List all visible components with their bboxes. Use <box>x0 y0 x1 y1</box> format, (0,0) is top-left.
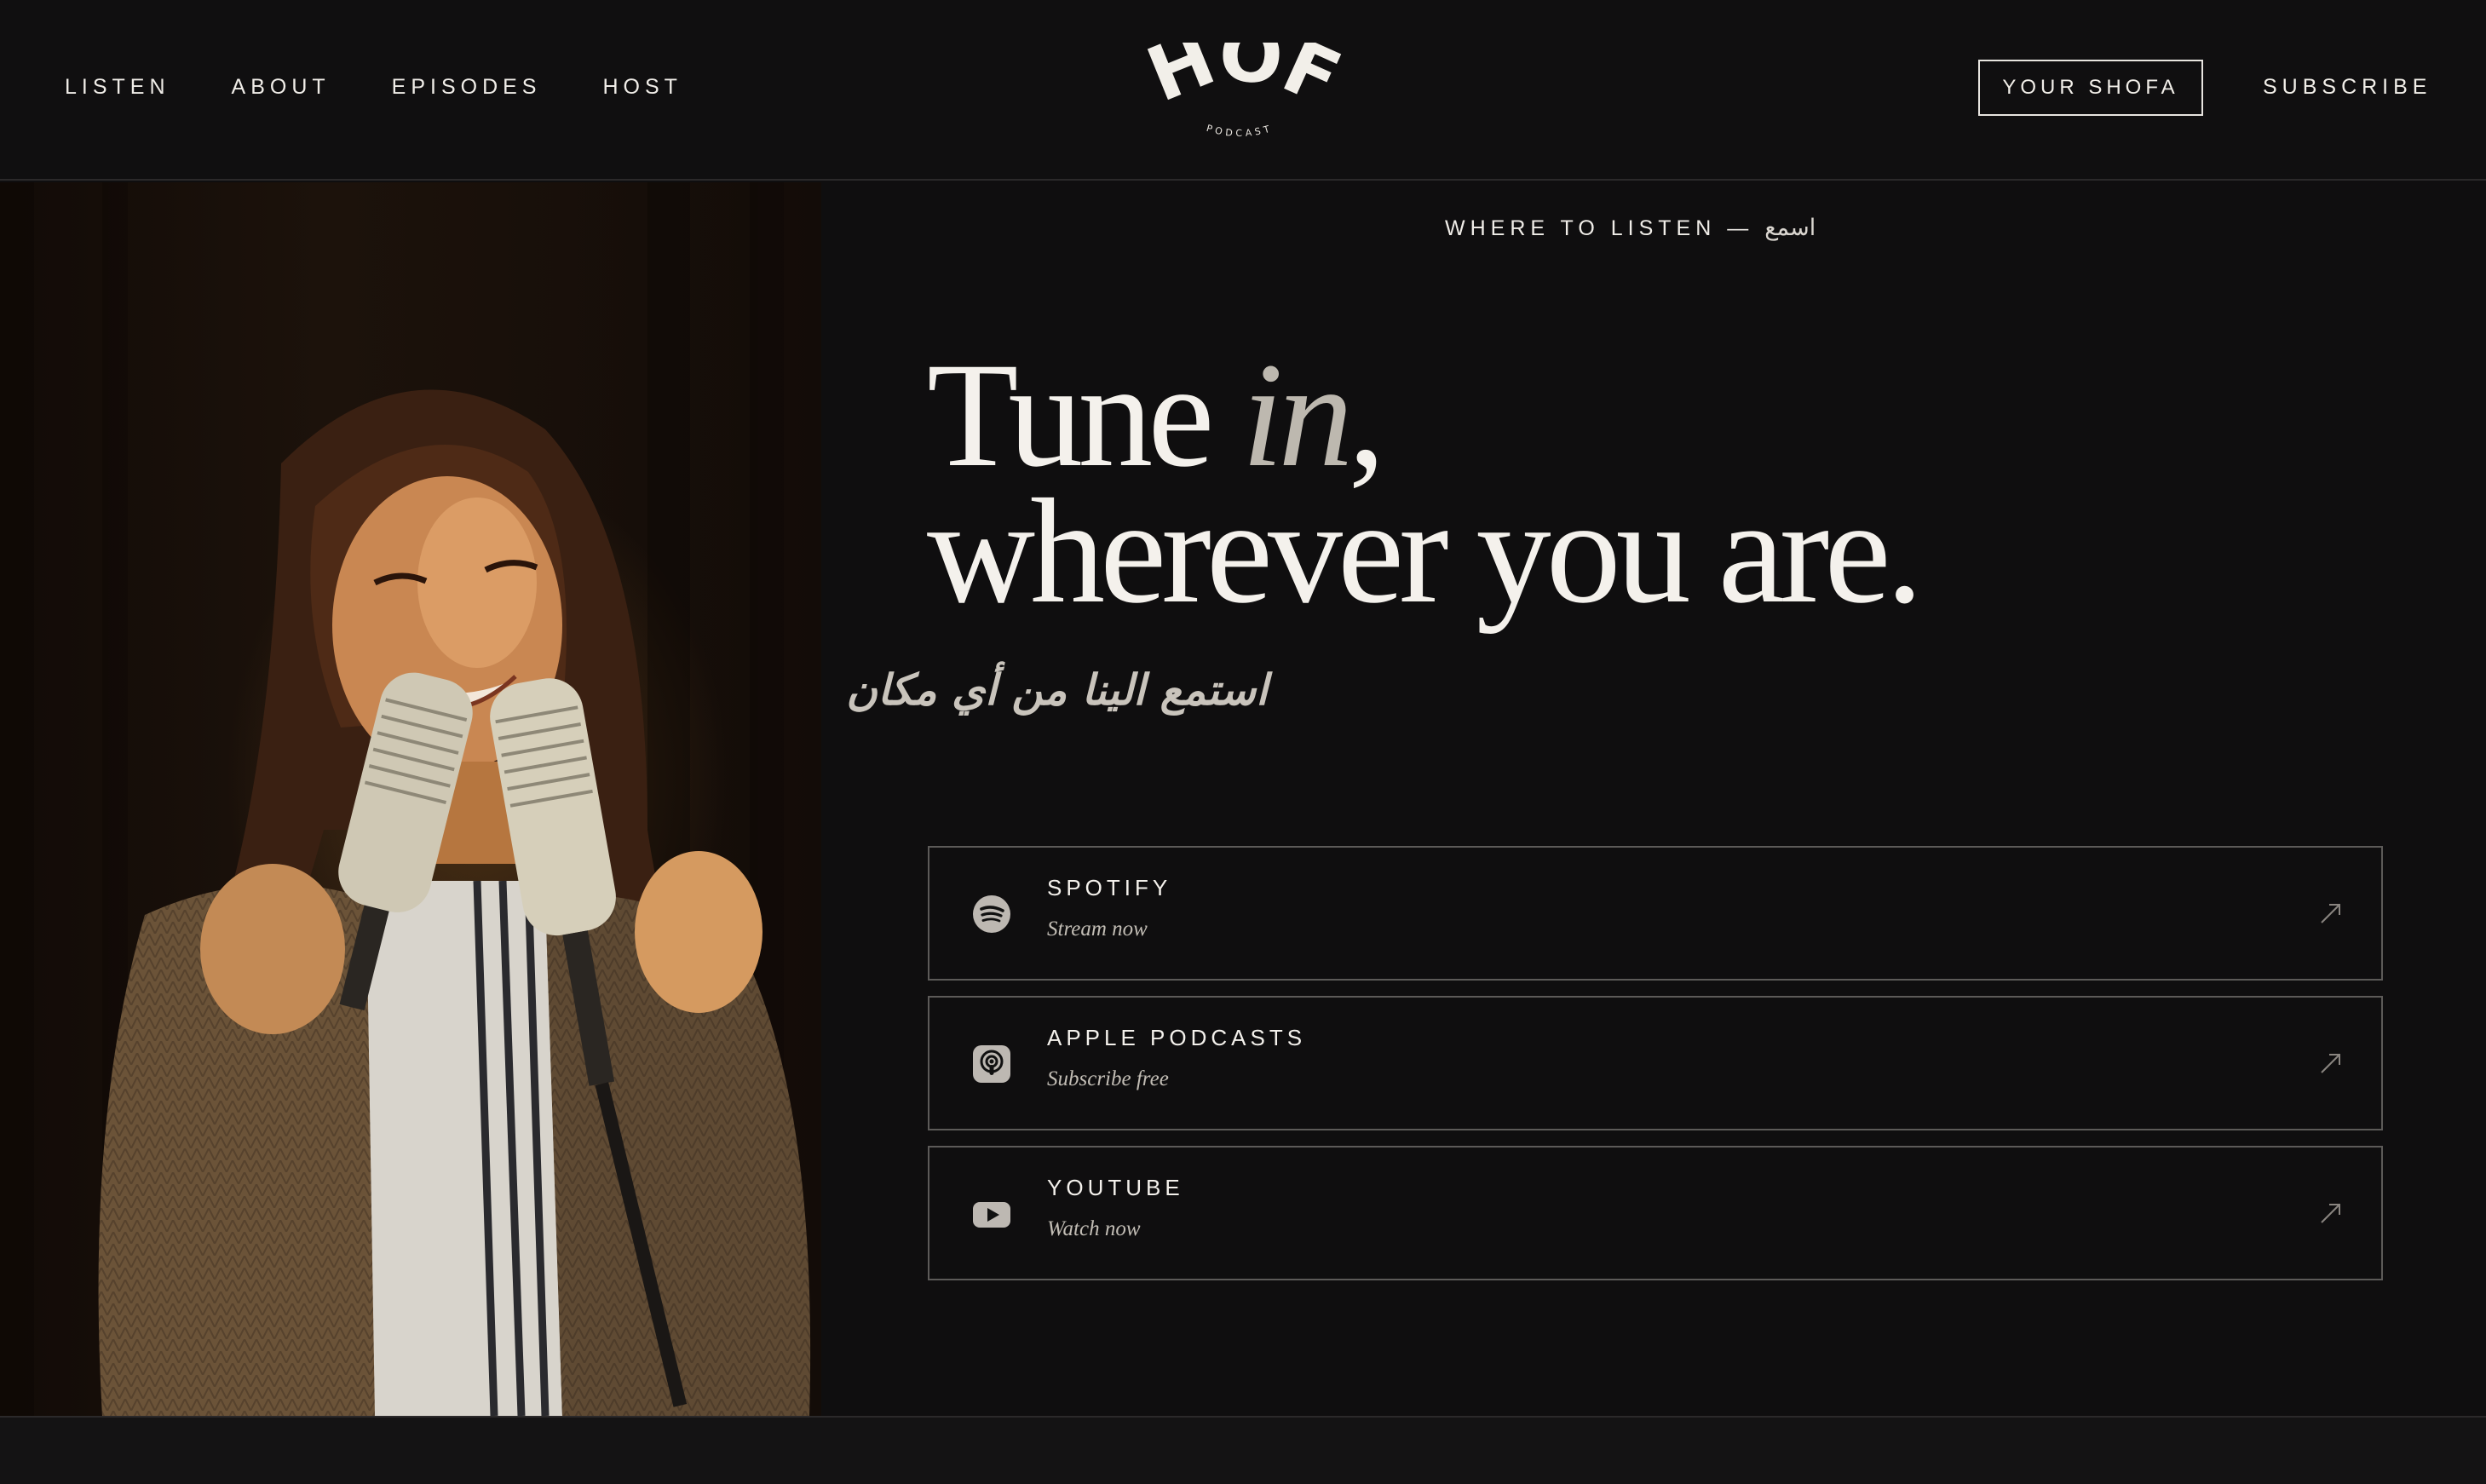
youtube-icon <box>973 1202 1010 1228</box>
headline-line-2: wherever you are. <box>927 469 1924 635</box>
nav-link-about[interactable]: ABOUT <box>232 75 331 100</box>
your-shofa-button[interactable]: YOUR SHOFA <box>1978 60 2203 116</box>
svg-text:SHOFA: SHOFA <box>1129 43 1348 120</box>
platform-subtext: Watch now <box>1047 1217 1141 1240</box>
external-arrow-icon <box>2321 1054 2340 1073</box>
svg-text:PODCAST: PODCAST <box>1206 123 1275 139</box>
platform-spotify[interactable]: SPOTIFY Stream now <box>928 846 2383 981</box>
hero-headline: Tune in, wherever you are. <box>927 341 1924 627</box>
primary-nav: LISTEN ABOUT EPISODES HOST <box>65 75 744 100</box>
nav-link-host[interactable]: HOST <box>602 75 682 100</box>
platform-name: APPLE PODCASTS <box>1047 1025 1307 1050</box>
nav-link-episodes[interactable]: EPISODES <box>392 75 542 100</box>
platform-name: YOUTUBE <box>1047 1175 1184 1200</box>
external-arrow-icon <box>2321 1204 2340 1223</box>
nav-link-listen[interactable]: LISTEN <box>65 75 170 100</box>
spotify-icon <box>973 895 1010 933</box>
platform-youtube[interactable]: YOUTUBE Watch now <box>928 1146 2383 1280</box>
subscribe-link[interactable]: SUBSCRIBE <box>2263 75 2431 100</box>
platform-name: SPOTIFY <box>1047 875 1172 900</box>
where-to-listen-eyebrow: WHERE TO LISTEN — اسمع <box>1445 215 1816 241</box>
arabic-tagline: استمع الينا من أي مكان <box>846 664 1268 715</box>
platform-apple-podcasts[interactable]: APPLE PODCASTS Subscribe free <box>928 996 2383 1130</box>
site-header: LISTEN ABOUT EPISODES HOST SHOFA PODCAST… <box>0 0 2486 181</box>
eyebrow-arabic: اسمع <box>1764 215 1816 241</box>
apple-podcasts-icon <box>973 1045 1010 1083</box>
platform-list: SPOTIFY Stream now APPLE PODCASTS Subscr… <box>928 846 2383 1296</box>
platform-subtext: Stream now <box>1047 917 1148 940</box>
eyebrow-text: WHERE TO LISTEN — <box>1445 216 1765 240</box>
host-photo <box>0 182 821 1416</box>
shofa-logo[interactable]: SHOFA PODCAST <box>1129 43 1350 145</box>
external-arrow-icon <box>2321 904 2340 923</box>
platform-subtext: Subscribe free <box>1047 1067 1169 1090</box>
footer-strip <box>0 1416 2486 1484</box>
